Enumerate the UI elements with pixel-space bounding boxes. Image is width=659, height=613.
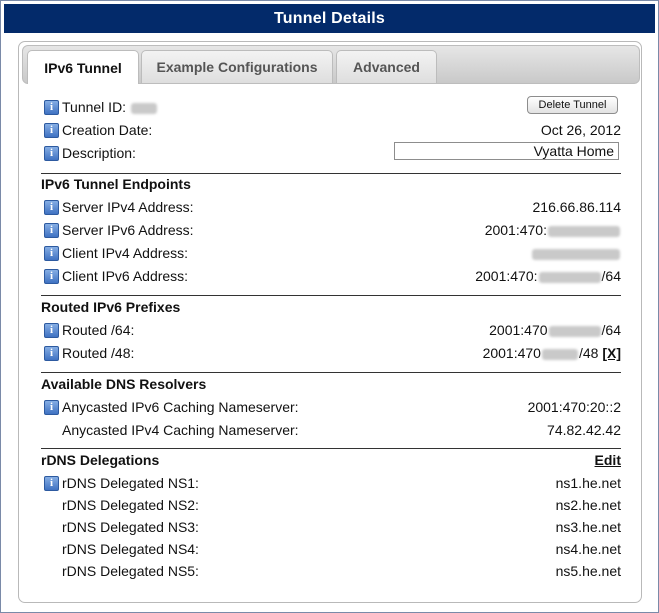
rdns-ns5-row: rDNS Delegated NS5: ns5.he.net xyxy=(41,562,621,582)
info-icon[interactable]: i xyxy=(44,100,59,115)
client-ipv6-row: i Client IPv6 Address: 2001:470:/64 xyxy=(41,267,621,287)
redacted-text xyxy=(548,225,620,237)
rdns-ns4-value: ns4.he.net xyxy=(555,541,621,557)
creation-date-label: Creation Date: xyxy=(62,122,153,138)
rdns-ns1-value: ns1.he.net xyxy=(555,475,621,491)
server-ipv6-value: 2001:470: xyxy=(485,222,621,238)
rdns-ns2-row: rDNS Delegated NS2: ns2.he.net xyxy=(41,496,621,516)
tab-advanced[interactable]: Advanced xyxy=(336,50,437,83)
client-ipv6-label: Client IPv6 Address: xyxy=(62,268,189,284)
endpoints-heading: IPv6 Tunnel Endpoints xyxy=(41,176,191,192)
rdns-ns4-label: rDNS Delegated NS4: xyxy=(62,541,199,557)
server-ipv6-row: i Server IPv6 Address: 2001:470: xyxy=(41,221,621,241)
rdns-edit-link[interactable]: Edit xyxy=(595,452,621,468)
section-divider xyxy=(41,295,621,296)
rdns-ns2-value: ns2.he.net xyxy=(555,497,621,513)
tunnel-details-window: Tunnel Details IPv6 Tunnel Example Confi… xyxy=(0,0,659,613)
routed-64-label: Routed /64: xyxy=(62,322,135,338)
info-icon[interactable]: i xyxy=(44,346,59,361)
section-divider xyxy=(41,372,621,373)
tab-panel: IPv6 Tunnel Example Configurations Advan… xyxy=(18,41,642,603)
rdns-ns1-row: i rDNS Delegated NS1: ns1.he.net xyxy=(41,474,621,494)
creation-date-row: i Creation Date: Oct 26, 2012 xyxy=(41,121,621,141)
info-icon[interactable]: i xyxy=(44,246,59,261)
dns-ipv4-label: Anycasted IPv4 Caching Nameserver: xyxy=(62,422,299,438)
info-icon[interactable]: i xyxy=(44,146,59,161)
routed-48-label: Routed /48: xyxy=(62,345,135,361)
info-icon[interactable]: i xyxy=(44,269,59,284)
tunnel-id-label: Tunnel ID: xyxy=(62,99,158,115)
rdns-ns2-label: rDNS Delegated NS2: xyxy=(62,497,199,513)
redacted-text xyxy=(548,325,601,337)
redacted-text xyxy=(541,348,578,360)
creation-date-value: Oct 26, 2012 xyxy=(540,122,621,138)
description-input[interactable] xyxy=(394,142,619,160)
section-divider xyxy=(41,173,621,174)
rdns-ns5-value: ns5.he.net xyxy=(555,563,621,579)
dns-ipv6-row: i Anycasted IPv6 Caching Nameserver: 200… xyxy=(41,398,621,418)
info-icon[interactable]: i xyxy=(44,200,59,215)
delete-tunnel-button[interactable]: Delete Tunnel xyxy=(527,96,618,114)
dns-heading: Available DNS Resolvers xyxy=(41,376,207,392)
routed-64-row: i Routed /64: 2001:470/64 xyxy=(41,321,621,341)
description-label: Description: xyxy=(62,145,136,161)
dns-ipv6-value: 2001:470:20::2 xyxy=(527,399,621,415)
info-icon[interactable]: i xyxy=(44,123,59,138)
server-ipv4-label: Server IPv4 Address: xyxy=(62,199,194,215)
info-icon[interactable]: i xyxy=(44,400,59,415)
redacted-text xyxy=(538,271,601,283)
routed-48-value: 2001:470/48 [X] xyxy=(482,345,621,361)
rdns-ns1-label: rDNS Delegated NS1: xyxy=(62,475,199,491)
tab-ipv6-tunnel[interactable]: IPv6 Tunnel xyxy=(27,50,139,84)
routed-64-value: 2001:470/64 xyxy=(489,322,621,338)
dns-ipv4-value: 74.82.42.42 xyxy=(547,422,621,438)
section-divider xyxy=(41,448,621,449)
client-ipv4-label: Client IPv4 Address: xyxy=(62,245,189,261)
rdns-ns3-value: ns3.he.net xyxy=(555,519,621,535)
server-ipv4-value: 216.66.86.114 xyxy=(532,199,622,215)
dns-ipv4-row: Anycasted IPv4 Caching Nameserver: 74.82… xyxy=(41,421,621,441)
description-row: i Description: xyxy=(41,142,621,164)
client-ipv4-value xyxy=(531,245,621,261)
rdns-ns3-label: rDNS Delegated NS3: xyxy=(62,519,199,535)
dns-ipv6-label: Anycasted IPv6 Caching Nameserver: xyxy=(62,399,299,415)
rdns-ns4-row: rDNS Delegated NS4: ns4.he.net xyxy=(41,540,621,560)
tab-strip: IPv6 Tunnel Example Configurations Advan… xyxy=(22,45,640,84)
info-icon[interactable]: i xyxy=(44,476,59,491)
redacted-tunnel-id xyxy=(130,102,157,114)
tunnel-id-row: i Tunnel ID: Delete Tunnel xyxy=(41,96,621,118)
routed-48-row: i Routed /48: 2001:470/48 [X] xyxy=(41,344,621,364)
info-icon[interactable]: i xyxy=(44,223,59,238)
redacted-text xyxy=(532,248,620,260)
rdns-heading: rDNS Delegations Edit xyxy=(41,452,621,468)
rdns-ns3-row: rDNS Delegated NS3: ns3.he.net xyxy=(41,518,621,538)
info-icon[interactable]: i xyxy=(44,323,59,338)
client-ipv4-row: i Client IPv4 Address: xyxy=(41,244,621,264)
routed-heading: Routed IPv6 Prefixes xyxy=(41,299,181,315)
client-ipv6-value: 2001:470:/64 xyxy=(475,268,621,284)
remove-48-link[interactable]: [X] xyxy=(602,345,621,361)
window-title: Tunnel Details xyxy=(4,4,655,33)
server-ipv4-row: i Server IPv4 Address: 216.66.86.114 xyxy=(41,198,621,218)
server-ipv6-label: Server IPv6 Address: xyxy=(62,222,194,238)
rdns-ns5-label: rDNS Delegated NS5: xyxy=(62,563,199,579)
tab-example-configurations[interactable]: Example Configurations xyxy=(141,50,333,83)
